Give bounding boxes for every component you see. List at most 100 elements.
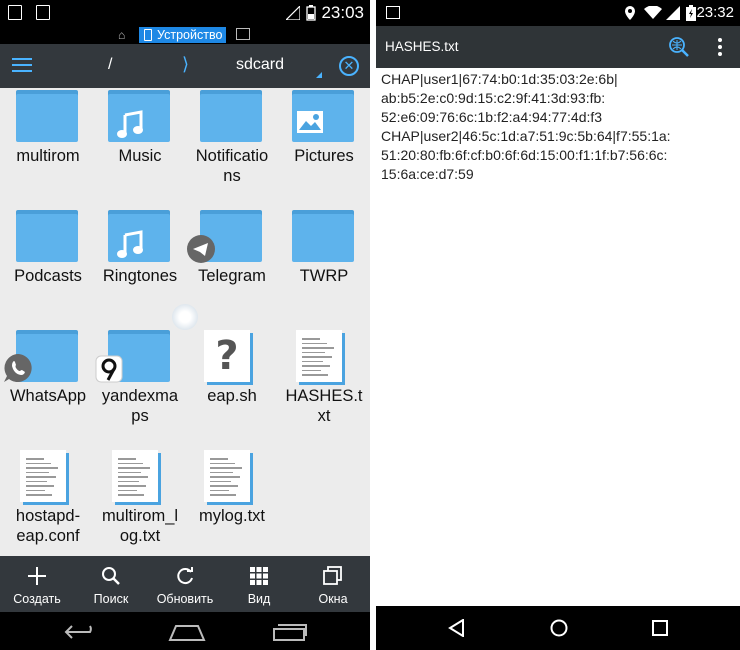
folder-item[interactable]: Pictures (278, 88, 370, 208)
refresh-icon (177, 567, 193, 585)
home-icon[interactable]: ⌂ (118, 28, 125, 42)
refresh-label: Обновить (156, 592, 214, 606)
wifi-icon (644, 6, 662, 19)
folder-item[interactable]: TWRP (278, 208, 370, 328)
left-phone-screen: 23:03 ⌂ Устройство / ⟩ sdcard ✕ multirom… (0, 0, 370, 650)
path-dropdown-icon[interactable] (316, 72, 322, 78)
download-notification-icon (8, 5, 22, 20)
item-label: HASHES.t xt (285, 387, 363, 425)
file-grid: multirom Music Notificatio ns Pictures Podca… (0, 88, 370, 556)
grid-view-icon (250, 567, 268, 585)
folder-item[interactable]: Podcasts (2, 208, 94, 328)
navigation-bar (0, 612, 370, 650)
view-label: Вид (247, 592, 271, 606)
file-item[interactable]: hostapd- eap.conf (2, 448, 94, 556)
status-bar: 23:32 (376, 0, 740, 26)
item-label: Pictures (294, 147, 354, 165)
folder-item[interactable]: multirom (2, 88, 94, 208)
location-bar: ⌂ Устройство (0, 26, 370, 44)
viewer-toolbar: HASHES.txt (376, 26, 740, 68)
back-icon[interactable] (64, 622, 100, 642)
item-label: WhatsApp (9, 387, 87, 405)
status-bar: 23:03 (0, 0, 370, 26)
folder-item[interactable]: WhatsApp (2, 328, 94, 448)
item-label: TWRP (299, 267, 349, 285)
file-content[interactable]: CHAP|user1|67:74:b0:1d:35:03:2e:6b| ab:b… (381, 70, 733, 184)
folder-item[interactable]: Notificatio ns (186, 88, 278, 208)
text-file-icon (112, 450, 162, 506)
view-button[interactable]: Вид (222, 556, 296, 612)
image-notification-icon (36, 5, 50, 20)
status-time: 23:03 (321, 3, 364, 22)
signal-icon (666, 6, 680, 20)
home-icon[interactable] (168, 622, 206, 642)
bottom-toolbar: Создать Поиск Обновить Вид Окна (0, 556, 370, 612)
file-item[interactable]: mylog.txt (186, 448, 278, 556)
signal-icon (286, 6, 300, 20)
recent-apps-icon[interactable] (652, 620, 668, 636)
battery-icon (306, 5, 316, 21)
text-file-icon (204, 450, 254, 506)
search-icon[interactable] (668, 36, 690, 58)
path-toolbar: / ⟩ sdcard ✕ (0, 44, 370, 88)
path-chevron-icon: ⟩ (182, 54, 190, 74)
loading-spinner-icon (172, 304, 198, 330)
computer-icon[interactable] (236, 28, 250, 40)
item-label: Music (118, 147, 162, 165)
search-button[interactable]: Поиск (74, 556, 148, 612)
folder-icon (200, 90, 262, 142)
plus-icon (28, 567, 46, 585)
recent-apps-icon[interactable] (272, 622, 308, 642)
menu-icon[interactable] (12, 58, 32, 74)
text-file-icon (296, 330, 346, 386)
file-item[interactable]: ? eap.sh (186, 328, 278, 448)
more-options-icon[interactable] (718, 38, 722, 58)
item-label: multirom_l og.txt (101, 507, 179, 545)
windows-icon (323, 566, 342, 585)
windows-label: Окна (318, 592, 348, 606)
battery-charging-icon (686, 5, 696, 21)
folder-item[interactable]: yandexma ps (94, 328, 186, 448)
search-label: Поиск (93, 592, 129, 606)
refresh-button[interactable]: Обновить (148, 556, 222, 612)
item-label: Telegram (198, 267, 266, 285)
path-root[interactable]: / (108, 56, 112, 74)
file-item[interactable]: multirom_l og.txt (94, 448, 186, 556)
folder-item[interactable]: Telegram (186, 208, 278, 328)
item-label: eap.sh (207, 387, 257, 405)
item-label: Podcasts (14, 267, 82, 285)
file-item[interactable]: HASHES.t xt (278, 328, 370, 448)
right-phone-screen: 23:32 HASHES.txt CHAP|user1|67:74:b0:1d:… (376, 0, 740, 650)
close-icon[interactable]: ✕ (339, 56, 359, 76)
back-icon[interactable] (448, 619, 466, 637)
path-current[interactable]: sdcard (236, 56, 284, 74)
music-note-icon (116, 110, 146, 145)
device-label: Устройство (157, 28, 223, 42)
location-icon (625, 6, 635, 20)
image-notification-icon (386, 6, 400, 19)
telegram-icon (186, 234, 216, 269)
file-title: HASHES.txt (385, 39, 459, 54)
image-icon (296, 110, 324, 139)
music-note-icon (116, 230, 146, 265)
create-button[interactable]: Создать (0, 556, 74, 612)
folder-icon (16, 90, 78, 142)
folder-item[interactable]: Music (94, 88, 186, 208)
item-label: multirom (16, 147, 80, 165)
whatsapp-icon (2, 352, 34, 389)
folder-icon (16, 210, 78, 262)
item-label: hostapd- eap.conf (15, 507, 81, 545)
create-label: Создать (13, 592, 61, 606)
navigation-bar (376, 606, 740, 650)
unknown-file-icon: ? (204, 330, 254, 386)
item-label: Notificatio ns (195, 147, 269, 185)
device-chip[interactable]: Устройство (139, 27, 227, 43)
folder-item[interactable]: Ringtones (94, 208, 186, 328)
folder-icon (292, 210, 354, 262)
text-file-icon (20, 450, 70, 506)
phone-icon (144, 29, 152, 41)
home-icon[interactable] (550, 619, 568, 637)
windows-button[interactable]: Окна (296, 556, 370, 612)
status-time: 23:32 (696, 4, 734, 21)
item-label: Ringtones (102, 267, 178, 285)
